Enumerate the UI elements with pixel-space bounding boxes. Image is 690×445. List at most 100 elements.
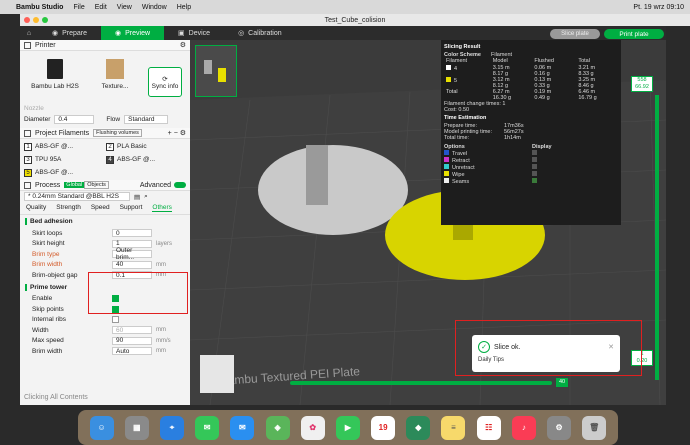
display-checkbox[interactable] bbox=[532, 150, 537, 155]
plate-name: Texture... bbox=[101, 83, 129, 90]
flow-select[interactable]: Standard bbox=[124, 115, 169, 124]
calendar-icon[interactable]: 19 bbox=[371, 415, 396, 440]
menu-window[interactable]: Window bbox=[142, 4, 167, 11]
settings-icon[interactable]: ⚙ bbox=[547, 415, 572, 440]
facetime-icon[interactable]: ▶ bbox=[335, 415, 360, 440]
settings-icon[interactable]: ⚙ bbox=[180, 41, 186, 49]
width-input[interactable]: 60 bbox=[112, 326, 152, 335]
add-filament-icon[interactable]: + − ⚙ bbox=[168, 129, 186, 137]
mail-icon[interactable]: ✉ bbox=[230, 415, 255, 440]
col-header: Flushed bbox=[534, 58, 554, 64]
cost: Cost: 0.50 bbox=[444, 107, 470, 113]
layer-slider[interactable] bbox=[655, 95, 659, 380]
notes-icon[interactable]: ≡ bbox=[441, 415, 466, 440]
messages-icon[interactable]: ✉ bbox=[195, 415, 220, 440]
diameter-select[interactable]: 0.4 bbox=[54, 115, 95, 124]
filament-num: 3 bbox=[24, 155, 32, 164]
tab-quality[interactable]: Quality bbox=[26, 204, 46, 212]
col-header: Filament bbox=[446, 58, 468, 64]
sync-info-button[interactable]: ⟳ Sync info bbox=[148, 67, 182, 97]
internal-ribs-checkbox[interactable] bbox=[112, 316, 119, 324]
tab-preview[interactable]: ◉ Preview bbox=[101, 26, 165, 40]
tab-strength[interactable]: Strength bbox=[56, 204, 81, 212]
safari-icon[interactable]: ⌖ bbox=[159, 415, 184, 440]
global-toggle[interactable]: Global bbox=[64, 182, 85, 188]
status-text: Clicking All Contents bbox=[24, 394, 88, 401]
device-icon: ▣ bbox=[178, 30, 185, 37]
bambu-icon[interactable]: ◆ bbox=[406, 415, 431, 440]
brim-width-input[interactable]: 40 bbox=[112, 260, 152, 269]
filament-name: TPU 95A bbox=[35, 156, 62, 163]
search-icon[interactable]: ⌕ bbox=[144, 193, 148, 201]
menu-help[interactable]: Help bbox=[177, 4, 191, 11]
tab-device[interactable]: ▣ Device bbox=[164, 26, 224, 40]
status-bar: Clicking All Contents bbox=[20, 390, 190, 405]
tab-label: Device bbox=[188, 29, 211, 37]
display-checkbox[interactable] bbox=[532, 164, 537, 169]
launchpad-icon[interactable]: ▦ bbox=[124, 415, 149, 440]
setting-label: Brim width bbox=[32, 261, 63, 269]
view-cube[interactable] bbox=[200, 355, 234, 393]
menu-file[interactable]: File bbox=[73, 4, 84, 11]
zoom-icon[interactable] bbox=[42, 17, 48, 23]
menu-edit[interactable]: Edit bbox=[95, 4, 107, 11]
cell: 3.21 m 8.33 g bbox=[578, 65, 596, 77]
flushing-volumes-button[interactable]: Flushing volumes bbox=[93, 129, 142, 137]
filament-item[interactable]: 4 ABS-GF @... bbox=[106, 154, 186, 165]
photos-icon[interactable]: ✿ bbox=[300, 415, 325, 440]
max-speed-input[interactable]: 90 bbox=[112, 336, 152, 345]
dock: ☺ ▦ ⌖ ✉ ✉ ◈ ✿ ▶ 19 ◆ ≡ ☷ ♪ ⚙ 🗑 bbox=[78, 410, 618, 445]
display-checkbox[interactable] bbox=[532, 178, 537, 183]
move-slider[interactable] bbox=[290, 381, 552, 385]
section-title: Printer bbox=[35, 41, 56, 49]
finder-icon[interactable]: ☺ bbox=[89, 415, 114, 440]
display-checkbox[interactable] bbox=[532, 171, 537, 176]
filament-item[interactable]: 2 PLA Basic bbox=[106, 141, 186, 152]
filament-item[interactable]: 3 TPU 95A bbox=[24, 154, 104, 165]
setting-label: Skirt loops bbox=[32, 229, 63, 237]
printer-card[interactable]: Bambu Lab H2S bbox=[24, 55, 86, 101]
cell: 3.15 m 8.17 g bbox=[492, 65, 510, 77]
home-icon[interactable]: ⌂ bbox=[20, 26, 38, 40]
display-checkbox[interactable] bbox=[532, 157, 537, 162]
filament-item[interactable]: 5 ABS-GF @... bbox=[24, 167, 104, 178]
tab-speed[interactable]: Speed bbox=[91, 204, 110, 212]
skirt-loops-input[interactable]: 0 bbox=[112, 229, 152, 238]
grey-brim bbox=[258, 145, 408, 235]
process-tabs: Quality Strength Speed Support Others bbox=[20, 202, 190, 215]
reminders-icon[interactable]: ☷ bbox=[476, 415, 501, 440]
filament-name: ABS-GF @... bbox=[35, 169, 74, 176]
tab-calibration[interactable]: ◎ Calibration bbox=[224, 26, 296, 40]
prime-brim-width-input[interactable]: Auto bbox=[112, 347, 152, 356]
menu-view[interactable]: View bbox=[117, 4, 132, 11]
plate-card[interactable]: Texture... bbox=[86, 55, 144, 101]
advanced-toggle[interactable] bbox=[174, 182, 186, 188]
filament-item[interactable]: 1 ABS-GF @... bbox=[24, 141, 104, 152]
close-icon[interactable] bbox=[24, 17, 30, 23]
save-icon[interactable]: ▤ bbox=[134, 193, 140, 201]
tab-prepare[interactable]: ◉ Prepare bbox=[38, 26, 101, 40]
brim-type-select[interactable]: Outer brim... bbox=[112, 247, 152, 261]
printer-section-header: Printer ⚙ bbox=[20, 40, 190, 51]
minimize-icon[interactable] bbox=[33, 17, 39, 23]
cell: 3.25 m 8.46 g bbox=[578, 77, 596, 89]
objects-toggle[interactable]: Objects bbox=[84, 181, 109, 189]
group-title: Prime tower bbox=[30, 283, 68, 291]
process-preset-select[interactable]: * 0.24mm Standard @BBL H2S bbox=[24, 192, 130, 201]
setting-label: Internal ribs bbox=[32, 316, 66, 324]
app-menu[interactable]: Bambu Studio bbox=[16, 4, 63, 11]
trash-icon[interactable]: 🗑 bbox=[582, 415, 607, 440]
swatch bbox=[444, 178, 449, 183]
print-plate-button[interactable]: Print plate bbox=[604, 29, 664, 39]
tab-support[interactable]: Support bbox=[120, 204, 143, 212]
maps-icon[interactable]: ◈ bbox=[265, 415, 290, 440]
cell: 0.19 m 0.49 g bbox=[534, 89, 552, 101]
tab-label: Prepare bbox=[62, 29, 88, 37]
music-icon[interactable]: ♪ bbox=[511, 415, 536, 440]
tab-others[interactable]: Others bbox=[152, 204, 172, 212]
layer-top-label: 558 66.92 bbox=[631, 76, 653, 92]
slice-plate-button[interactable]: Slice plate bbox=[550, 29, 600, 39]
swatch bbox=[444, 157, 449, 162]
plate-thumbnail[interactable] bbox=[195, 45, 237, 97]
tab-label: Preview bbox=[125, 29, 151, 37]
